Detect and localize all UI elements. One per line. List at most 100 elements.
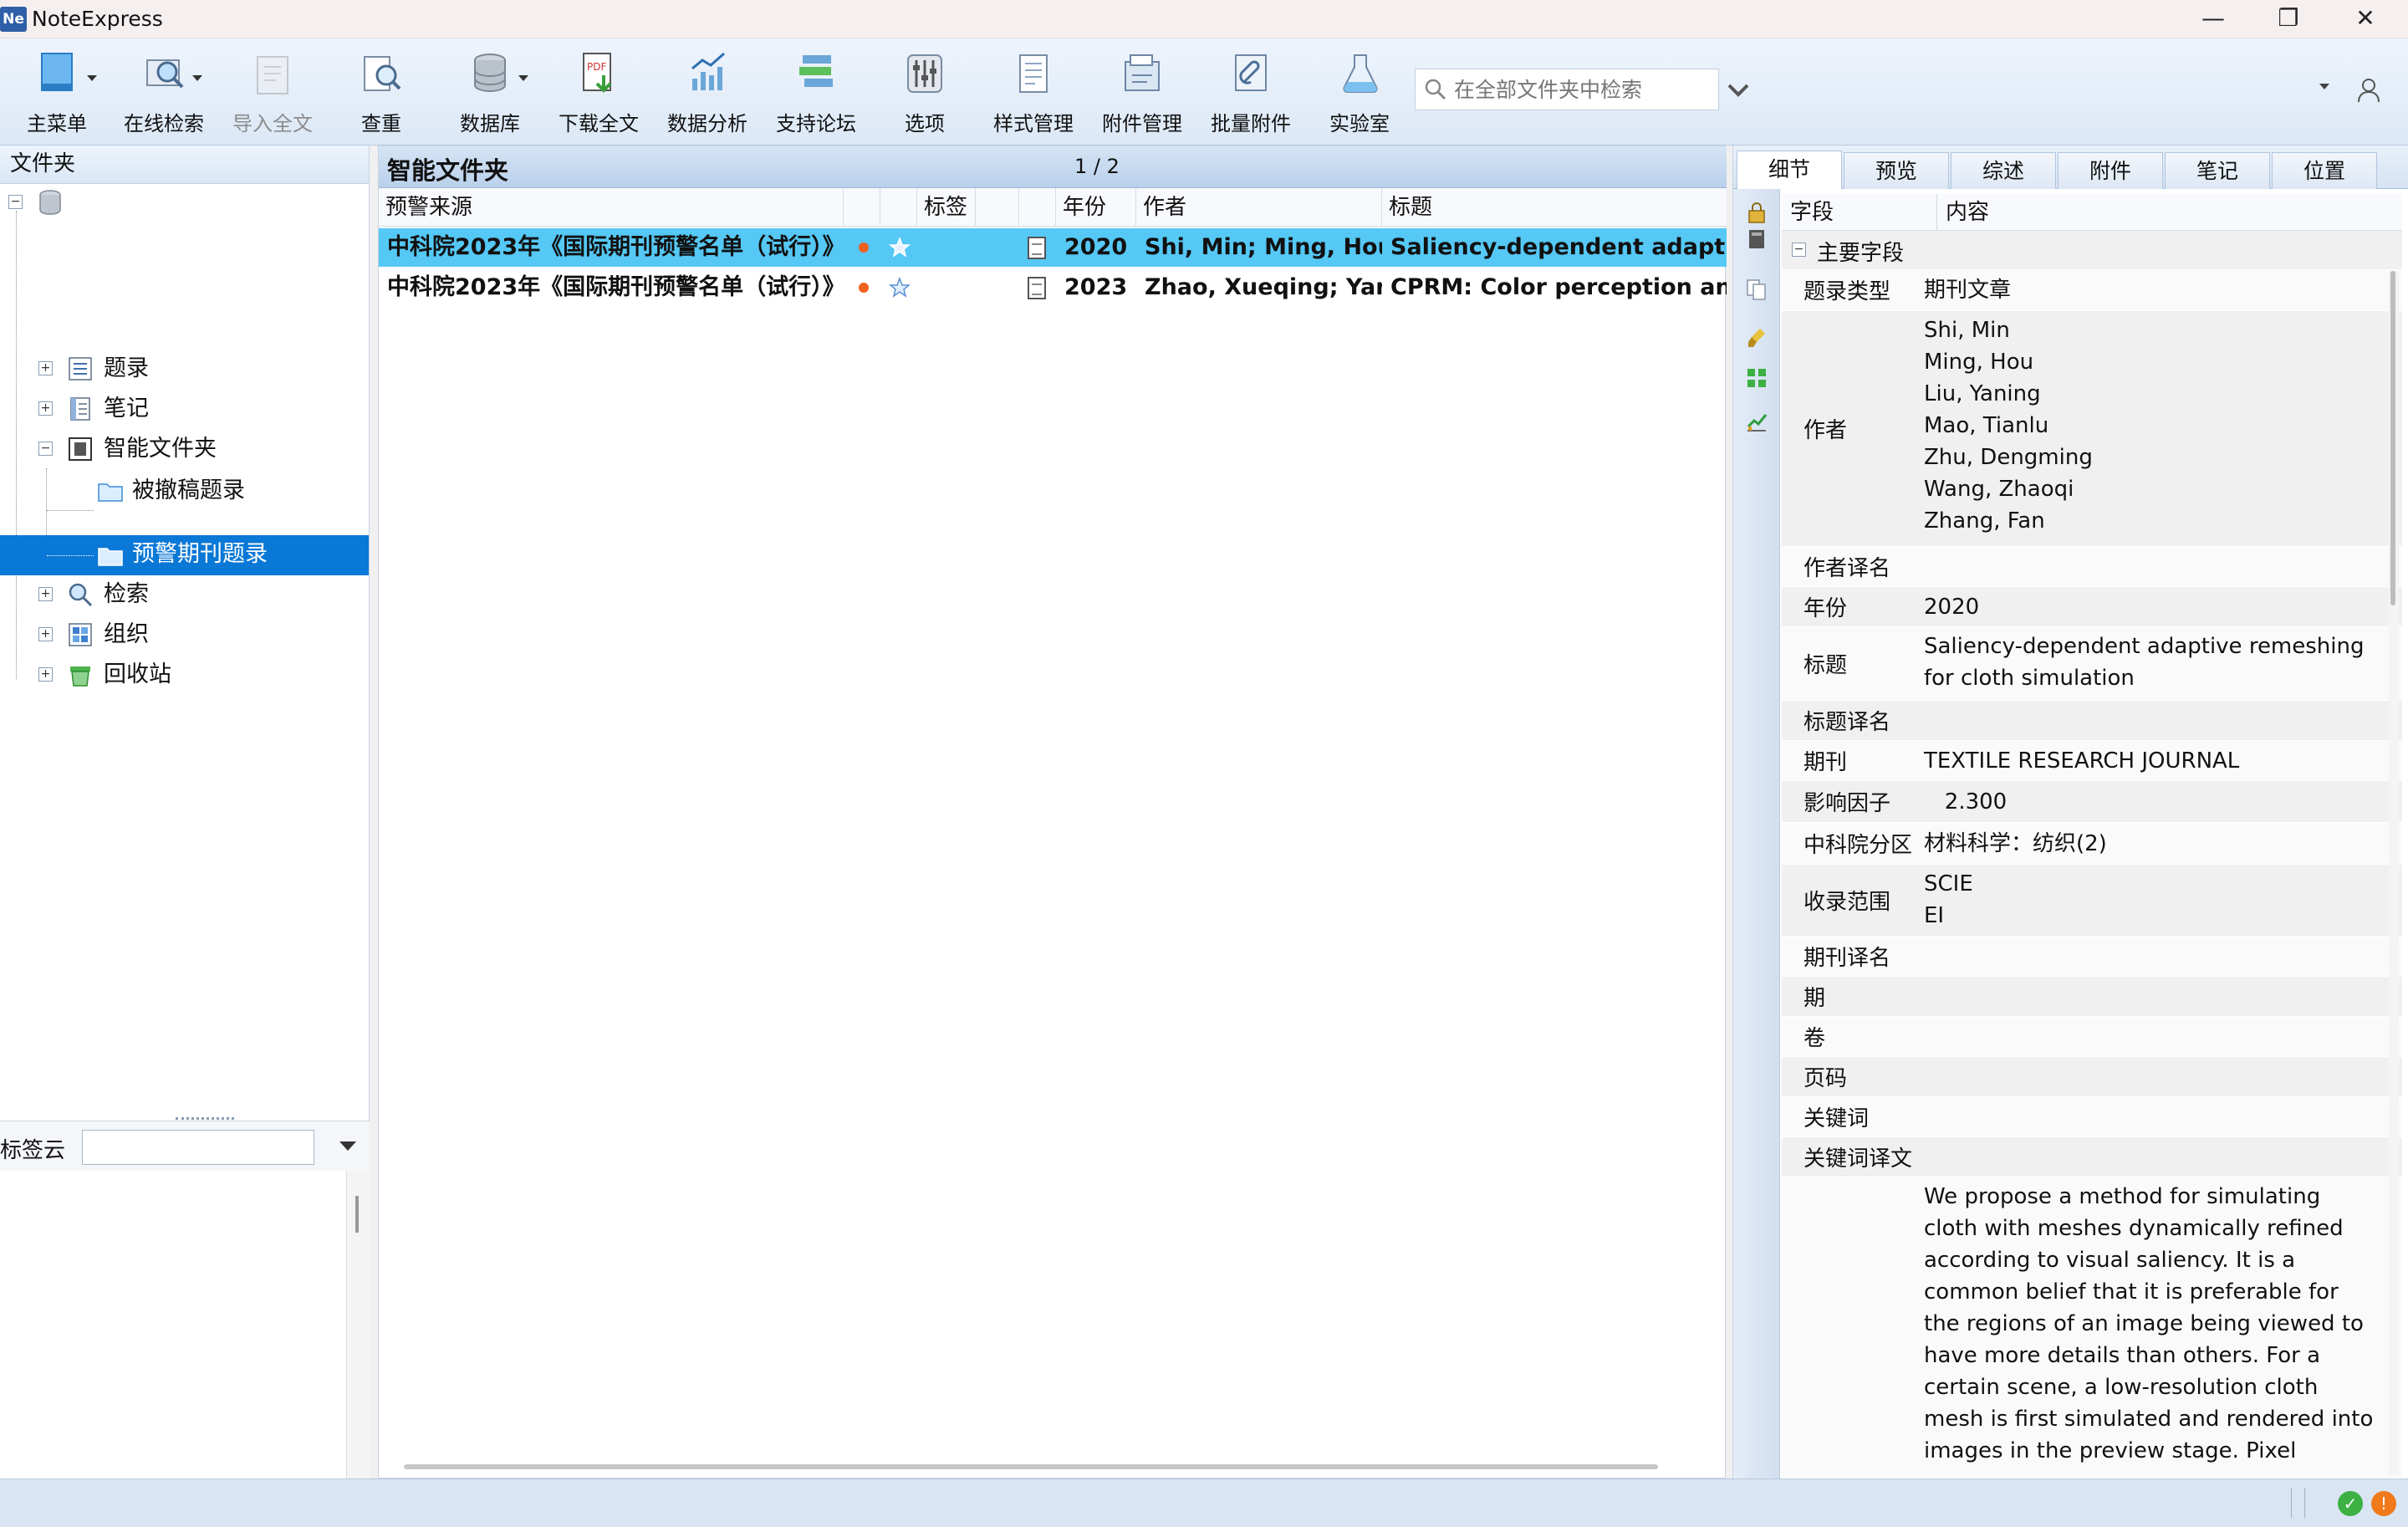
tree-item-smart-folder[interactable]: − 智能文件夹 (0, 430, 369, 468)
field-row-keywords[interactable]: 关键词 (1782, 1097, 2402, 1137)
horizontal-scrollbar[interactable] (404, 1464, 1658, 1469)
column-author[interactable]: 作者 (1136, 188, 1382, 227)
field-row-indexing[interactable]: 收录范围 SCIE EI (1782, 865, 2402, 937)
scrollbar-thumb[interactable] (2390, 271, 2395, 605)
toolbar-more-icon[interactable] (2318, 82, 2331, 92)
tree-item-organize[interactable]: + 组织 (0, 615, 369, 654)
field-row-cas-zone[interactable]: 中科院分区 材料科学：纺织(2) (1782, 823, 2402, 865)
tab-details[interactable]: 细节 (1737, 151, 1842, 189)
tree-item-retracted[interactable]: 被撤稿题录 (0, 472, 369, 510)
download-fulltext-button[interactable]: PDF 下载全文 (548, 45, 649, 139)
star-icon[interactable] (889, 277, 911, 299)
field-row-impact-factor[interactable]: 影响因子 2.300 (1782, 781, 2402, 823)
document-icon[interactable] (1028, 237, 1046, 259)
data-analysis-button[interactable]: 数据分析 (657, 45, 758, 139)
vertical-scrollbar[interactable] (2389, 271, 2399, 1475)
section-collapse-toggle[interactable]: − (1792, 243, 1806, 257)
tree-expand-toggle[interactable]: + (38, 627, 53, 641)
brush-icon[interactable] (1745, 326, 1768, 350)
star-icon[interactable] (889, 237, 911, 258)
field-row-abstract[interactable]: We propose a method for simulating cloth… (1782, 1177, 2402, 1478)
attachment-manager-button[interactable]: 附件管理 (1092, 45, 1192, 139)
column-tag[interactable]: 标签 (917, 188, 976, 227)
field-row-author-translation[interactable]: 作者译名 (1782, 547, 2402, 587)
user-icon[interactable] (2356, 77, 2381, 104)
field-row-title[interactable]: 标题 Saliency-dependent adaptive remeshing… (1782, 627, 2402, 701)
field-row-issue[interactable]: 期 (1782, 977, 2402, 1017)
column-blank[interactable] (976, 188, 1019, 227)
tree-item-recycle-bin[interactable]: + 回收站 (0, 656, 369, 694)
tab-review[interactable]: 综述 (1951, 152, 2056, 189)
batch-attachment-button[interactable]: 批量附件 (1201, 45, 1301, 139)
chevron-down-icon[interactable] (339, 1141, 356, 1151)
chevron-down-icon[interactable] (1722, 77, 1754, 102)
unread-dot-icon[interactable] (859, 283, 869, 293)
field-row-title-translation[interactable]: 标题译名 (1782, 701, 2402, 741)
column-read-status[interactable] (844, 188, 880, 227)
field-row-type[interactable]: 题录类型 期刊文章 (1782, 269, 2402, 311)
tree-item-warning-journals[interactable]: 预警期刊题录 (0, 535, 369, 575)
column-field[interactable]: 字段 (1782, 194, 1937, 231)
column-content[interactable]: 内容 (1937, 194, 2402, 231)
tab-attachments[interactable]: 附件 (2058, 152, 2163, 189)
sync-ok-icon[interactable]: ✓ (2338, 1491, 2363, 1516)
field-row-authors[interactable]: 作者 Shi, Min Ming, Hou Liu, Yaning Mao, T… (1782, 311, 2402, 547)
field-row-year[interactable]: 年份 2020 (1782, 587, 2402, 627)
book-icon[interactable] (1745, 227, 1768, 251)
tab-preview[interactable]: 预览 (1844, 152, 1949, 189)
field-row-volume[interactable]: 卷 (1782, 1017, 2402, 1057)
tree-expand-toggle[interactable]: + (38, 361, 53, 375)
grid-icon[interactable] (1745, 366, 1768, 390)
tree-expand-toggle[interactable]: + (38, 401, 53, 416)
lab-button[interactable]: 实验室 (1309, 45, 1410, 139)
tab-location[interactable]: 位置 (2272, 152, 2377, 189)
column-source[interactable]: 预警来源 (379, 188, 844, 227)
lock-icon[interactable] (1745, 201, 1768, 224)
style-manager-button[interactable]: 样式管理 (983, 45, 1084, 139)
field-row-pages[interactable]: 页码 (1782, 1057, 2402, 1097)
search-box[interactable] (1415, 69, 1719, 110)
page-indicator: 1 / 2 (1074, 155, 1120, 178)
online-search-button[interactable]: 在线检索 (114, 45, 214, 139)
column-star[interactable] (880, 188, 917, 227)
search-input[interactable] (1454, 74, 1713, 105)
attachment-manager-icon (1125, 54, 1160, 91)
import-fulltext-button[interactable]: 导入全文 (222, 45, 323, 139)
tag-cloud-input[interactable] (82, 1130, 314, 1165)
forum-button[interactable]: 支持论坛 (766, 45, 866, 139)
table-row[interactable]: 中科院2023年《国际期刊预警名单（试行）》 2023 Zhao, Xueqin… (379, 268, 1727, 307)
main-menu-button[interactable]: 主菜单 (7, 45, 107, 139)
tab-notes[interactable]: 笔记 (2165, 152, 2270, 189)
column-title[interactable]: 标题 (1382, 188, 1727, 227)
options-button[interactable]: 选项 (875, 45, 975, 139)
close-button[interactable]: ✕ (2328, 0, 2403, 38)
database-button[interactable]: 数据库 (440, 45, 540, 139)
restore-button[interactable]: ❐ (2251, 0, 2326, 38)
tree-expand-toggle[interactable]: + (38, 667, 53, 682)
field-row-journal[interactable]: 期刊 TEXTILE RESEARCH JOURNAL (1782, 741, 2402, 781)
database-icon[interactable] (37, 189, 64, 216)
duplicate-check-button[interactable]: 查重 (331, 45, 431, 139)
unread-dot-icon[interactable] (859, 243, 869, 253)
tree-expand-toggle[interactable]: + (38, 587, 53, 601)
tree-expand-toggle[interactable]: − (8, 195, 23, 209)
minimize-button[interactable]: — (2176, 0, 2251, 38)
splitter-grip[interactable] (176, 1117, 234, 1120)
field-row-journal-translation[interactable]: 期刊译名 (1782, 937, 2402, 977)
field-name: 收录范围 (1803, 890, 1891, 915)
copy-icon[interactable] (1745, 278, 1768, 301)
table-row[interactable]: 中科院2023年《国际期刊预警名单（试行）》 2020 Shi, Min; Mi… (379, 228, 1727, 267)
tree-collapse-toggle[interactable]: − (38, 442, 53, 456)
tag-cloud-scrollbar[interactable] (346, 1171, 370, 1478)
section-main-fields[interactable]: − 主要字段 (1782, 231, 2402, 269)
tree-item-notes[interactable]: + 笔记 (0, 390, 369, 428)
tree-item-search[interactable]: + 检索 (0, 575, 369, 614)
column-year[interactable]: 年份 (1056, 188, 1136, 227)
tree-item-records[interactable]: + 题录 (0, 350, 369, 388)
chart-icon[interactable] (1745, 410, 1768, 433)
notification-icon[interactable]: ! (2371, 1491, 2396, 1516)
column-attachment[interactable] (1019, 188, 1056, 227)
scrollbar-thumb[interactable] (355, 1196, 359, 1233)
field-row-keyword-translation[interactable]: 关键词译文 (1782, 1137, 2402, 1177)
document-icon[interactable] (1028, 277, 1046, 299)
